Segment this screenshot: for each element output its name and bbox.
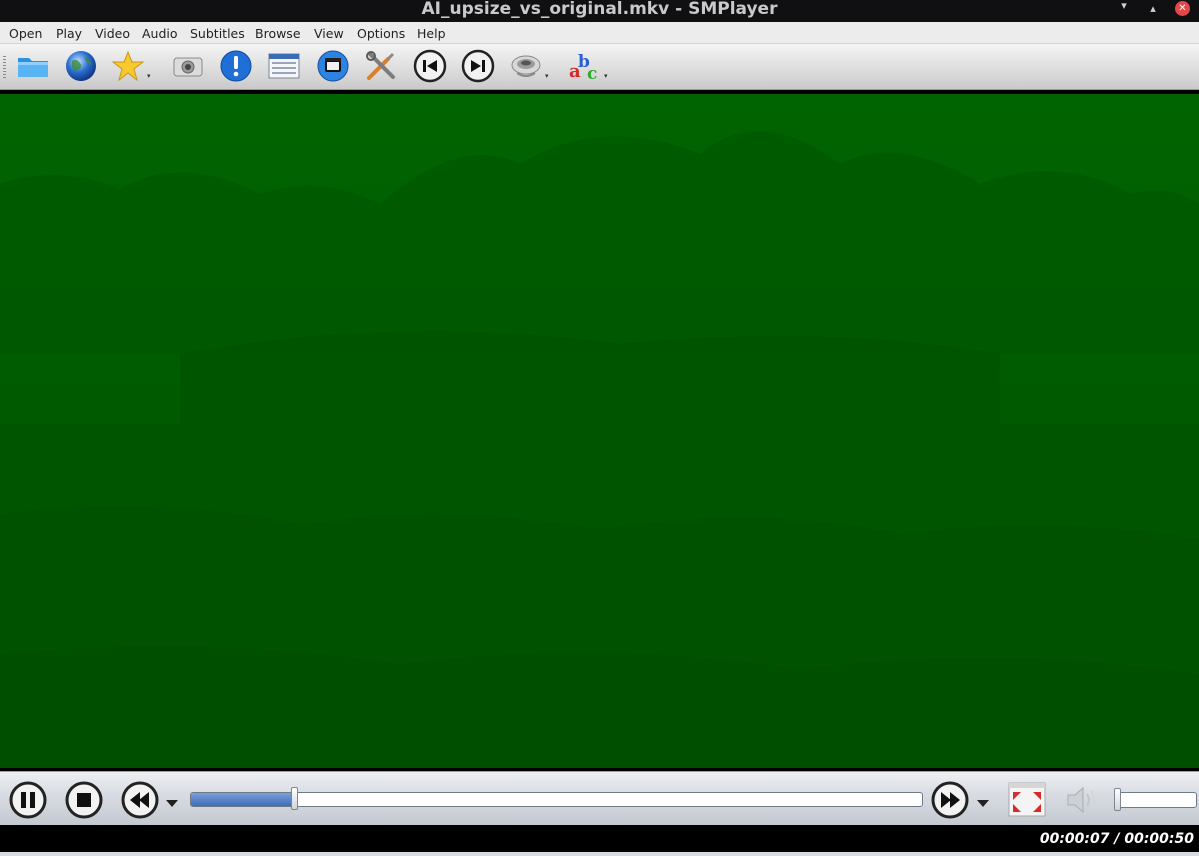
menu-open[interactable]: Open — [9, 26, 42, 41]
minimize-icon[interactable]: ▾ — [1116, 0, 1132, 14]
toolbar-grip[interactable] — [3, 56, 6, 78]
video-frame — [0, 94, 1199, 768]
close-icon[interactable]: ✕ — [1175, 1, 1190, 16]
menu-play[interactable]: Play — [56, 26, 82, 41]
control-bar — [0, 771, 1199, 825]
video-display[interactable] — [0, 94, 1199, 768]
seek-handle[interactable] — [290, 787, 298, 810]
favorites-dropdown-icon[interactable]: ▾ — [147, 72, 153, 80]
volume-icon[interactable] — [1062, 780, 1102, 820]
stop-icon[interactable] — [64, 780, 104, 820]
seek-progress — [191, 793, 294, 806]
subtitles-abc-icon[interactable]: abc — [568, 49, 602, 84]
previous-track-icon[interactable] — [413, 49, 447, 83]
video-equalizer-icon[interactable] — [316, 49, 350, 83]
menu-help[interactable]: Help — [417, 26, 446, 41]
forward-dropdown-icon[interactable] — [977, 793, 989, 807]
time-display: 00:00:07 / 00:00:50 — [1039, 831, 1194, 847]
playlist-icon[interactable] — [267, 49, 301, 83]
volume-slider[interactable] — [1116, 792, 1197, 808]
favorites-star-icon[interactable] — [111, 49, 145, 83]
title-bar[interactable]: AI_upsize_vs_original.mkv - SMPlayer ▾ ▴… — [0, 0, 1199, 22]
fullscreen-icon[interactable] — [1008, 780, 1048, 820]
svg-text:c: c — [587, 64, 597, 83]
menu-audio[interactable]: Audio — [142, 26, 178, 41]
subtitles-dropdown-icon[interactable]: ▾ — [604, 72, 610, 80]
audio-track-icon[interactable] — [509, 49, 543, 83]
window-title: AI_upsize_vs_original.mkv - SMPlayer — [421, 0, 778, 19]
seek-slider[interactable] — [190, 792, 923, 807]
audio-track-dropdown-icon[interactable]: ▾ — [545, 72, 551, 80]
rewind-icon[interactable] — [120, 780, 160, 820]
rewind-dropdown-icon[interactable] — [166, 793, 178, 807]
menu-bar: Open Play Video Audio Subtitles Browse V… — [0, 22, 1199, 44]
screenshot-camera-icon[interactable] — [171, 49, 205, 83]
forward-icon[interactable] — [930, 780, 970, 820]
volume-handle[interactable] — [1114, 788, 1121, 811]
menu-options[interactable]: Options — [357, 26, 405, 41]
globe-url-icon[interactable] — [64, 49, 98, 83]
next-track-icon[interactable] — [461, 49, 495, 83]
preferences-tools-icon[interactable] — [364, 49, 398, 83]
menu-video[interactable]: Video — [95, 26, 130, 41]
open-folder-icon[interactable] — [16, 49, 50, 83]
pause-icon[interactable] — [8, 780, 48, 820]
main-toolbar: ▾ ▾ abc ▾ — [0, 44, 1199, 90]
maximize-icon[interactable]: ▴ — [1145, 1, 1161, 17]
smplayer-window: AI_upsize_vs_original.mkv - SMPlayer ▾ ▴… — [0, 0, 1199, 856]
menu-subtitles[interactable]: Subtitles — [190, 26, 245, 41]
menu-view[interactable]: View — [314, 26, 344, 41]
info-icon[interactable] — [219, 49, 253, 83]
window-bottom-edge — [0, 852, 1199, 856]
menu-browse[interactable]: Browse — [255, 26, 301, 41]
